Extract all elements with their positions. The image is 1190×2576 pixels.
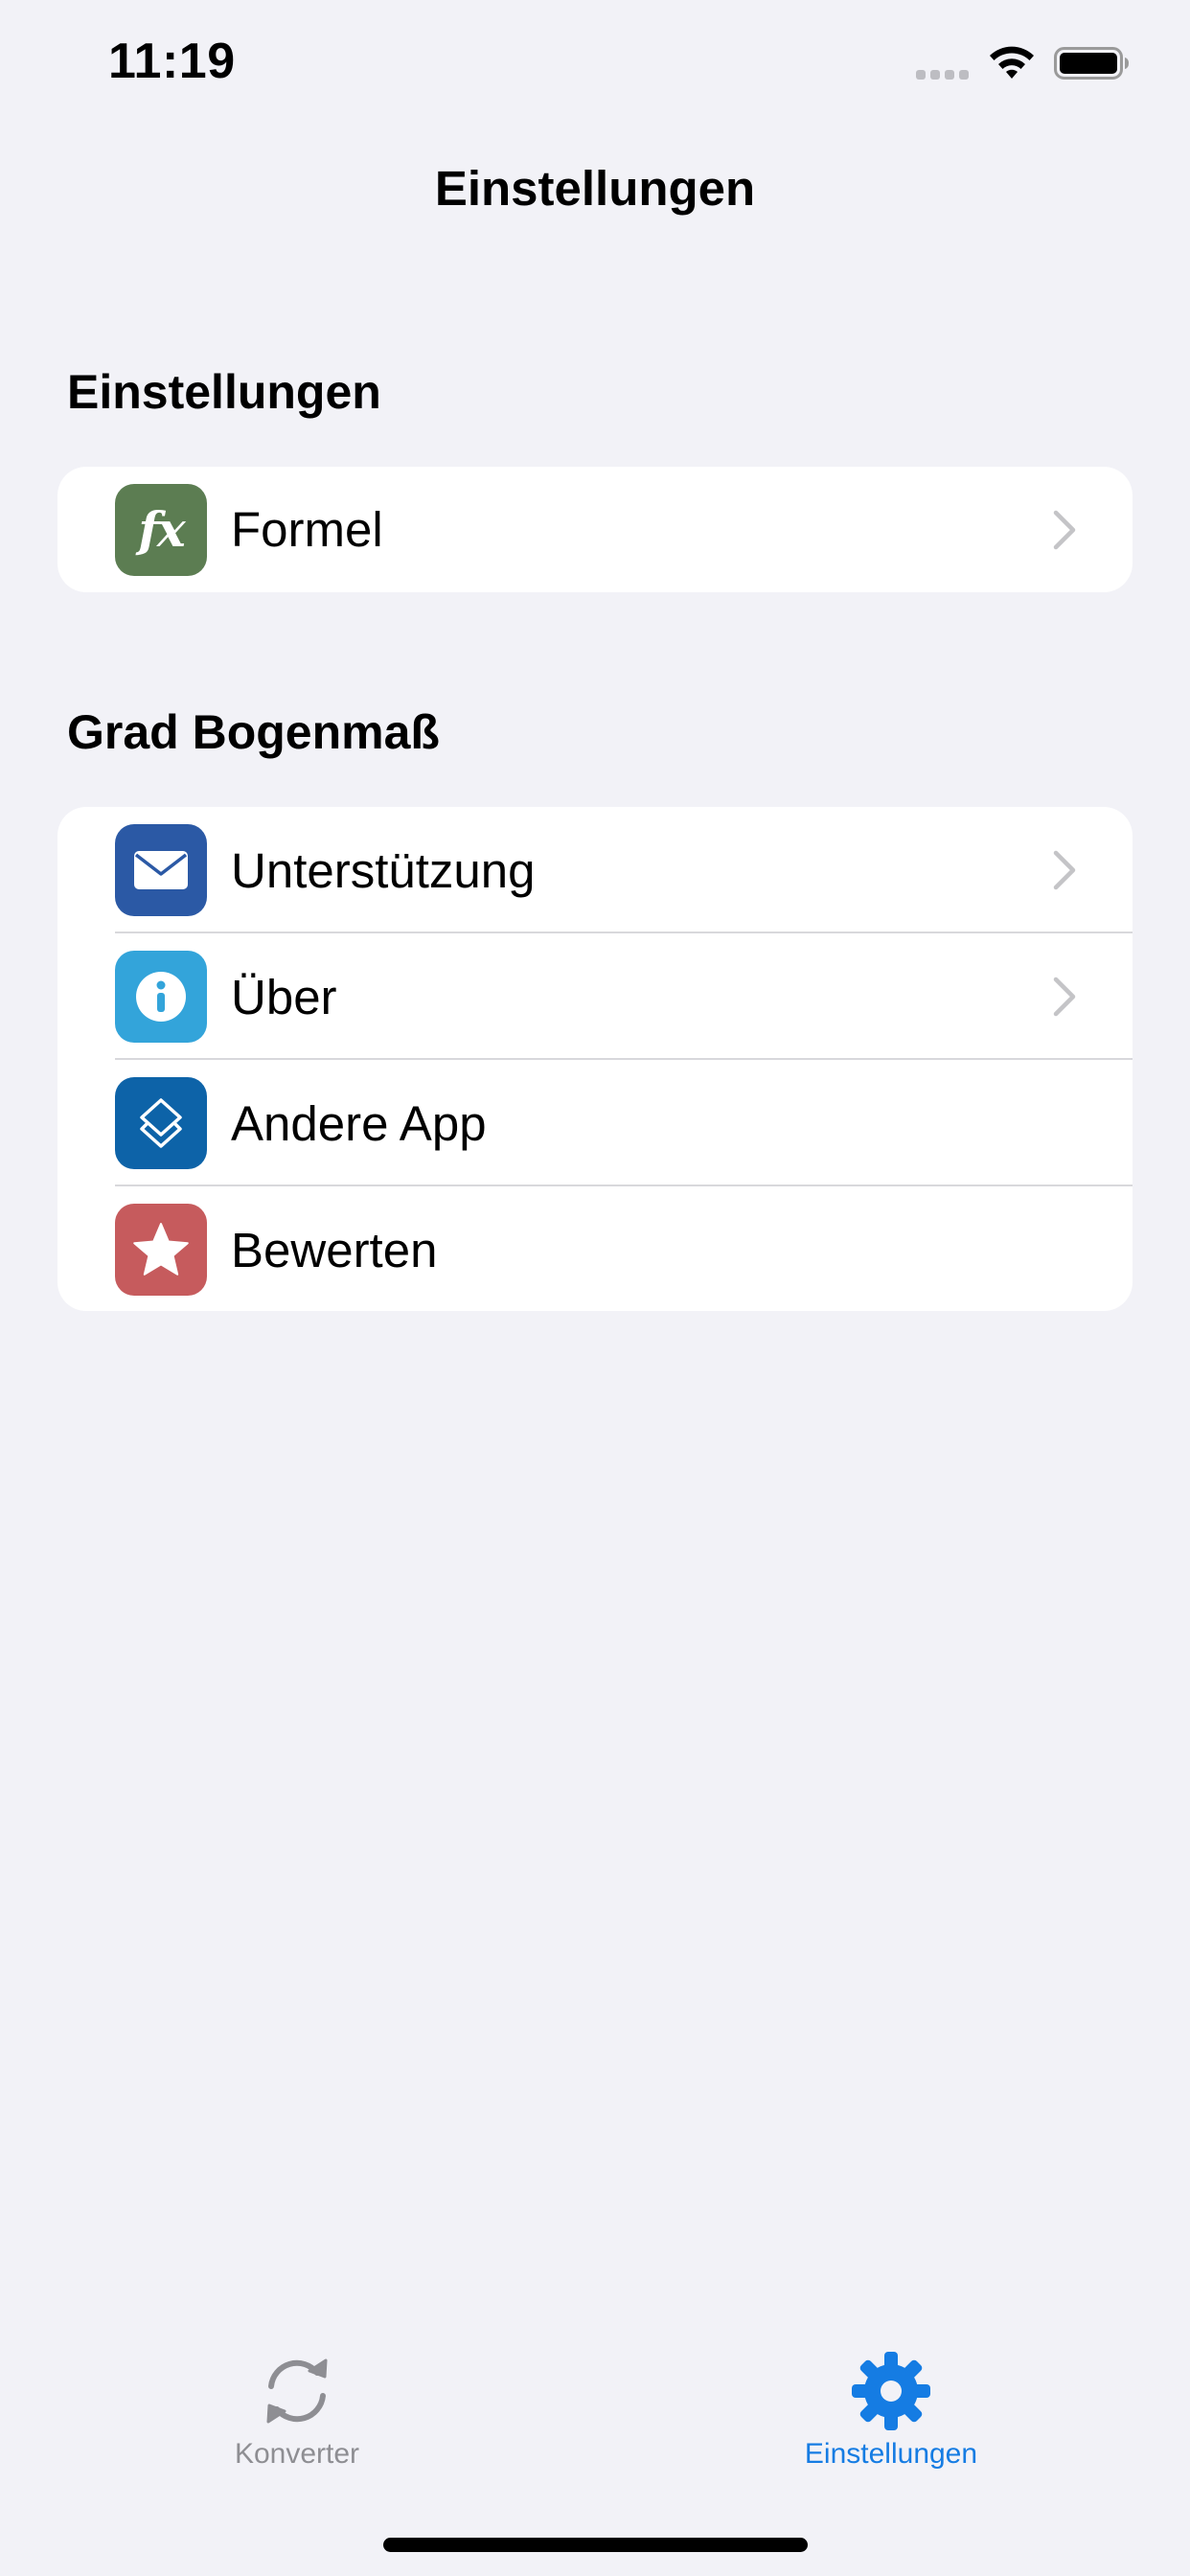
section-header-grad-bogenmass: Grad Bogenmaß: [67, 705, 440, 759]
tab-label-einstellungen: Einstellungen: [804, 2438, 978, 2470]
tab-konverter[interactable]: Konverter: [153, 2319, 441, 2471]
settings-group-einstellungen: fx Formel: [57, 467, 1133, 592]
settings-row-about[interactable]: Über: [57, 933, 1133, 1060]
settings-group-grad-bogenmass: Unterstützung Über Andere App Bewerten: [57, 807, 1133, 1311]
envelope-icon: [115, 824, 207, 916]
status-time: 11:19: [108, 34, 236, 89]
row-label-formel: Formel: [231, 502, 383, 557]
wifi-icon: [990, 46, 1034, 79]
row-label-rate: Bewerten: [231, 1222, 438, 1277]
chevron-right-icon: [1053, 977, 1076, 1017]
status-bar: 11:19: [0, 0, 1190, 134]
row-label-support: Unterstützung: [231, 842, 536, 898]
signal-dots-icon: [916, 70, 969, 80]
info-icon: [115, 951, 207, 1043]
battery-icon: [1054, 47, 1129, 80]
settings-row-support[interactable]: Unterstützung: [57, 807, 1133, 933]
row-label-about: Über: [231, 969, 337, 1024]
row-label-other-app: Andere App: [231, 1095, 487, 1151]
star-icon: [115, 1204, 207, 1296]
app-stack-icon: [115, 1077, 207, 1169]
settings-row-rate[interactable]: Bewerten: [57, 1186, 1133, 1311]
section-header-einstellungen: Einstellungen: [67, 365, 381, 419]
gear-icon: [852, 2352, 930, 2430]
formula-fx-icon: fx: [115, 483, 207, 576]
convert-arrows-icon: [266, 2358, 328, 2424]
chevron-right-icon: [1053, 510, 1076, 549]
tab-label-konverter: Konverter: [234, 2438, 360, 2470]
settings-row-formel[interactable]: fx Formel: [57, 467, 1133, 592]
tab-einstellungen[interactable]: Einstellungen: [747, 2319, 1035, 2471]
page-title: Einstellungen: [434, 161, 756, 216]
home-indicator[interactable]: [383, 2538, 808, 2552]
settings-row-other-app[interactable]: Andere App: [57, 1060, 1133, 1186]
chevron-right-icon: [1053, 850, 1076, 890]
